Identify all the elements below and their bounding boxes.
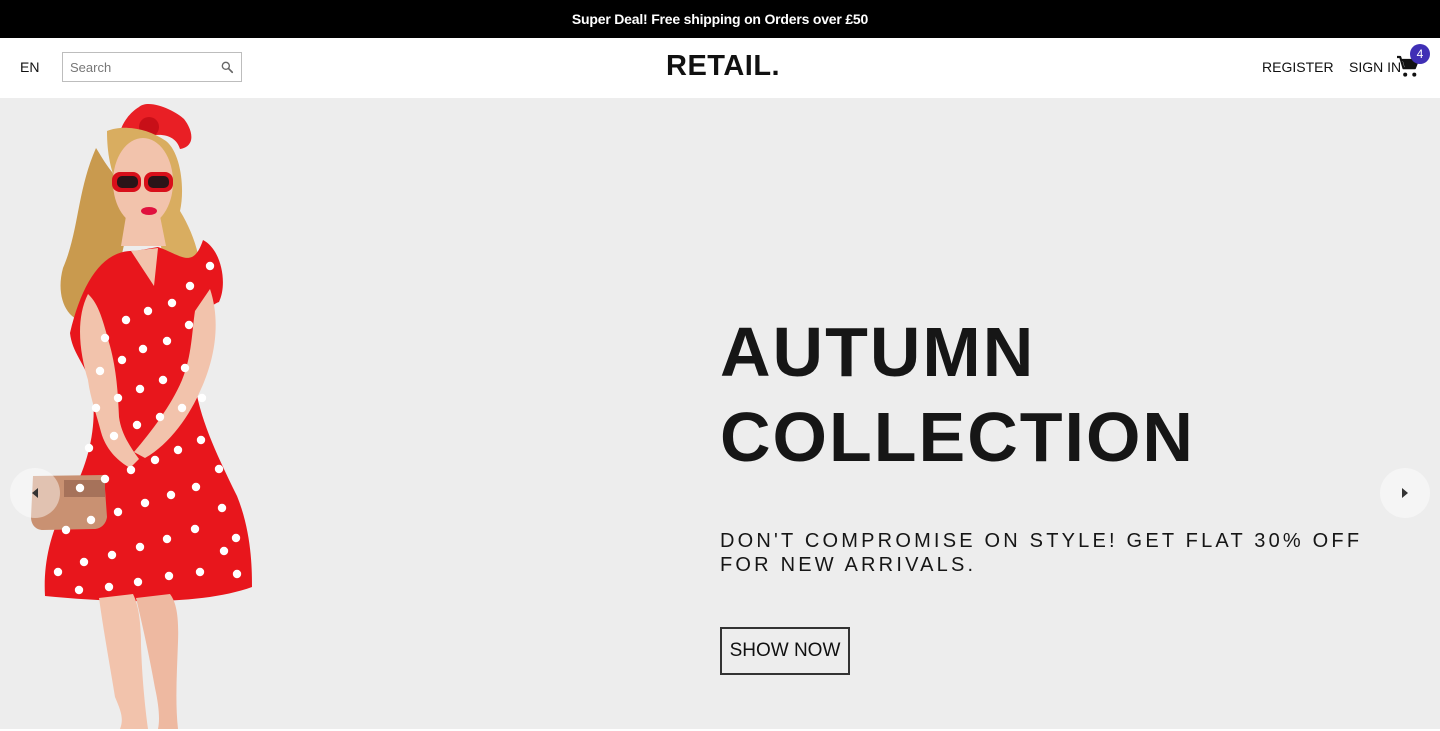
search-icon[interactable] bbox=[220, 60, 234, 74]
announcement-text: Super Deal! Free shipping on Orders over… bbox=[571, 11, 869, 27]
arrow-right-icon bbox=[1402, 488, 1408, 498]
cart-count-badge: 4 bbox=[1410, 44, 1430, 64]
hero-model-image bbox=[31, 103, 252, 729]
hero-slider: AUTUMN COLLECTION DON'T COMPROMISE ON ST… bbox=[0, 98, 1440, 729]
hero-subtitle: DON'T COMPROMISE ON STYLE! GET FLAT 30% … bbox=[720, 530, 1363, 576]
hero-title-line-1: AUTUMN bbox=[720, 313, 1036, 391]
hero-title: AUTUMN COLLECTION bbox=[720, 310, 1400, 480]
slider-prev-button[interactable] bbox=[10, 468, 60, 518]
show-now-button[interactable]: SHOW NOW bbox=[720, 627, 850, 675]
search-input[interactable] bbox=[63, 53, 213, 81]
hero-title-line-2: COLLECTION bbox=[720, 398, 1195, 476]
sign-in-link[interactable]: SIGN IN bbox=[1349, 59, 1401, 75]
site-logo[interactable]: RETAIL. bbox=[666, 50, 780, 83]
search-box bbox=[62, 52, 242, 82]
arrow-left-icon bbox=[32, 488, 38, 498]
language-selector[interactable]: EN bbox=[20, 59, 39, 75]
register-link[interactable]: REGISTER bbox=[1262, 59, 1334, 75]
navbar: EN RETAIL. REGISTER SIGN IN 4 bbox=[0, 38, 1440, 98]
announcement-bar: Super Deal! Free shipping on Orders over… bbox=[0, 0, 1440, 38]
